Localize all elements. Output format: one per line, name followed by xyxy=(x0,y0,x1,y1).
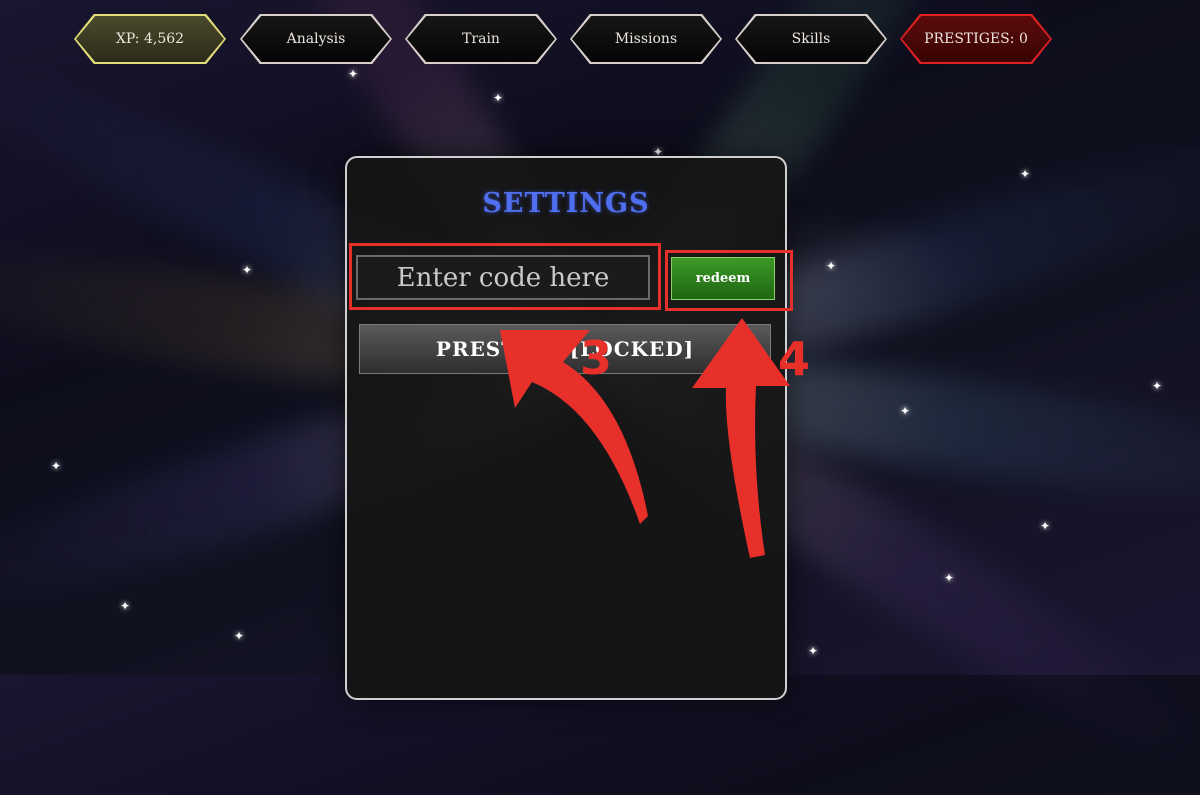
annotation-step-3: 3 xyxy=(580,331,613,385)
arrow-to-code-input xyxy=(500,330,648,524)
annotation-step-4: 4 xyxy=(778,332,811,386)
arrow-to-redeem xyxy=(692,318,790,558)
